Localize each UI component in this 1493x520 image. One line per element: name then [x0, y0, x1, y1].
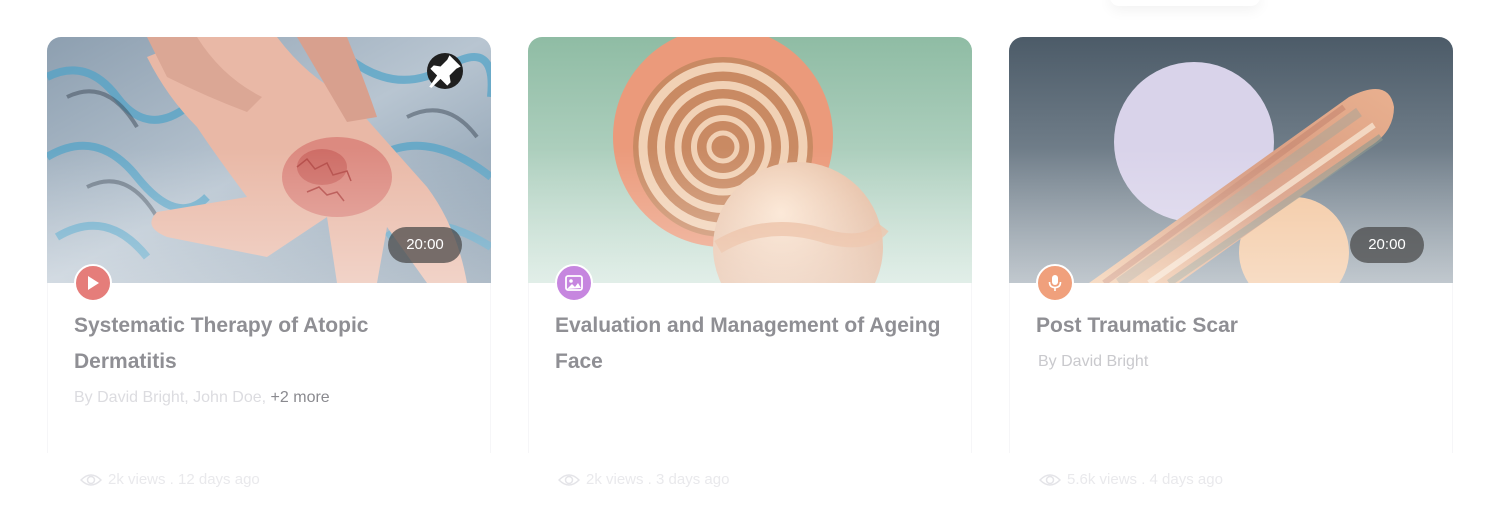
card-authors: By David Bright: [1038, 353, 1149, 370]
eye-icon: [1039, 473, 1061, 486]
authors-text: By David Bright, John Doe,: [74, 389, 271, 406]
card-thumbnail[interactable]: 20:00: [47, 37, 491, 283]
eye-icon: [80, 473, 102, 486]
card-title[interactable]: Systematic Therapy of Atopic Dermatitis: [74, 308, 464, 380]
thumbnail-image-spiral: [528, 37, 972, 283]
content-card-atopic-dermatitis[interactable]: 20:00 Systematic Therapy of Atopic Derma…: [47, 37, 491, 507]
play-icon[interactable]: [74, 264, 112, 302]
card-title[interactable]: Evaluation and Management of Ageing Face: [555, 308, 945, 380]
card-title[interactable]: Post Traumatic Scar: [1036, 308, 1426, 344]
stats-text: 5.6k views . 4 days ago: [1067, 471, 1223, 488]
duration-badge: 20:00: [388, 227, 462, 263]
floating-element-shadow: [1110, 0, 1260, 6]
card-authors: By David Bright, John Doe, +2 more: [74, 389, 474, 407]
stats-text: 2k views . 3 days ago: [586, 471, 730, 488]
pin-icon[interactable]: [427, 53, 463, 89]
stats-text: 2k views . 12 days ago: [108, 471, 260, 488]
card-thumbnail[interactable]: [528, 37, 972, 283]
duration-badge: 20:00: [1350, 227, 1424, 263]
microphone-icon[interactable]: [1036, 264, 1074, 302]
content-card-post-traumatic-scar[interactable]: 20:00 Post Traumatic Scar By David Brigh…: [1009, 37, 1453, 507]
card-thumbnail[interactable]: 20:00: [1009, 37, 1453, 283]
authors-more-link[interactable]: +2 more: [271, 389, 330, 406]
card-stats: 2k views . 12 days ago: [80, 471, 260, 488]
card-stats: 5.6k views . 4 days ago: [1039, 471, 1223, 488]
eye-icon: [558, 473, 580, 486]
card-stats: 2k views . 3 days ago: [558, 471, 729, 488]
image-icon[interactable]: [555, 264, 593, 302]
content-card-ageing-face[interactable]: Evaluation and Management of Ageing Face…: [528, 37, 972, 507]
